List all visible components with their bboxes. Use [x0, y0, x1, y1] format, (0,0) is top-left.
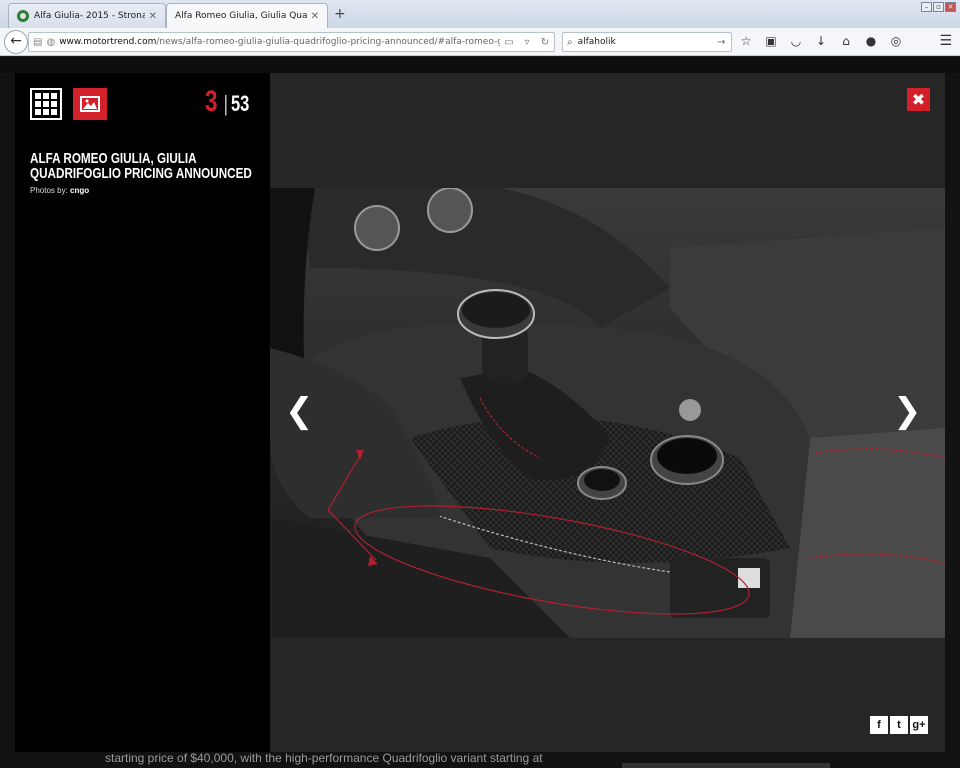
address-bar[interactable]: ▤ ◍ www.motortrend.com/news/alfa-romeo-g… [28, 32, 555, 52]
back-button[interactable]: ← [4, 30, 28, 54]
image-icon [80, 96, 100, 112]
reload-icon[interactable]: ↻ [536, 37, 554, 48]
image-view-button[interactable] [73, 88, 107, 120]
globe-icon: ◍ [46, 36, 56, 48]
search-value[interactable]: alfaholik [578, 37, 717, 47]
grid-view-button[interactable] [30, 88, 62, 120]
search-input[interactable]: ⌕ alfaholik → [562, 32, 732, 52]
counter-separator: | [224, 91, 228, 116]
current-photo-number: 3 [205, 85, 218, 118]
page-icon: ▤ [33, 36, 43, 48]
facebook-icon[interactable]: f [870, 716, 888, 734]
google-plus-icon[interactable]: g+ [910, 716, 928, 734]
tab-close-icon[interactable]: ✕ [311, 11, 319, 22]
photo-counter: 3 | 53 [205, 85, 255, 119]
total-photo-count: 53 [230, 91, 250, 116]
chevron-left-icon[interactable]: ❮ [285, 393, 314, 429]
photo-gallery-modal: 3 | 53 ALFA ROMEO GIULIA, GIULIA QUADRIF… [15, 73, 945, 752]
gallery-sidebar: 3 | 53 ALFA ROMEO GIULIA, GIULIA QUADRIF… [15, 73, 270, 752]
chevron-right-icon[interactable]: ❯ [893, 393, 922, 429]
url-text[interactable]: www.motortrend.com/news/alfa-romeo-giuli… [59, 37, 500, 47]
minimize-button[interactable]: – [921, 2, 932, 12]
extension-icon[interactable]: ◎ [888, 34, 904, 48]
close-gallery-button[interactable]: ✖ [907, 88, 930, 111]
browser-toolbar-icons: ☆ ▣ ◡ ↓ ⌂ ● ◎ [738, 34, 904, 48]
twitter-icon[interactable]: t [890, 716, 908, 734]
reading-list-icon[interactable]: ▣ [763, 34, 779, 48]
tab-label: Alfa Giulia- 2015 - Strona 505 [34, 11, 145, 21]
article-text: starting price of $40,000, with the high… [105, 751, 543, 765]
gallery-title: ALFA ROMEO GIULIA, GIULIA QUADRIFOGLIO P… [30, 150, 252, 182]
share-buttons: f t g+ [870, 716, 928, 734]
pocket-icon[interactable]: ◡ [788, 34, 804, 48]
gallery-photo [270, 188, 945, 638]
home-icon[interactable]: ⌂ [838, 34, 854, 48]
window-close-button[interactable]: ✕ [945, 2, 956, 12]
favicon-icon [17, 10, 29, 22]
photo-credit: Photos by: cngo [30, 186, 90, 195]
tab-label: Alfa Romeo Giulia, Giulia Quad... [175, 11, 307, 21]
hamburger-menu-icon[interactable]: ☰ [939, 33, 952, 49]
new-tab-button[interactable]: + [334, 6, 346, 22]
reader-view-icon[interactable]: ▭ [500, 37, 518, 48]
nav-toolbar: ← ▤ ◍ www.motortrend.com/news/alfa-romeo… [0, 28, 960, 56]
site-header-strip [0, 57, 960, 73]
tab-alfa-giulia-forum[interactable]: Alfa Giulia- 2015 - Strona 505 ✕ [8, 3, 166, 28]
photographer-name: cngo [70, 186, 90, 195]
car-console-photo [270, 188, 945, 638]
search-go-icon[interactable]: → [717, 37, 731, 48]
dropdown-icon[interactable]: ▿ [518, 37, 536, 48]
sidebar-ad-block [622, 763, 830, 768]
window-controls: – ▫ ✕ [921, 2, 956, 12]
chat-icon[interactable]: ● [863, 34, 879, 48]
bookmark-star-icon[interactable]: ☆ [738, 34, 754, 48]
maximize-button[interactable]: ▫ [933, 2, 944, 12]
downloads-icon[interactable]: ↓ [813, 34, 829, 48]
tab-motortrend[interactable]: Alfa Romeo Giulia, Giulia Quad... ✕ [166, 3, 328, 28]
search-icon: ⌕ [567, 36, 573, 48]
tab-close-icon[interactable]: ✕ [149, 11, 157, 22]
tab-strip: Alfa Giulia- 2015 - Strona 505 ✕ Alfa Ro… [0, 0, 960, 28]
